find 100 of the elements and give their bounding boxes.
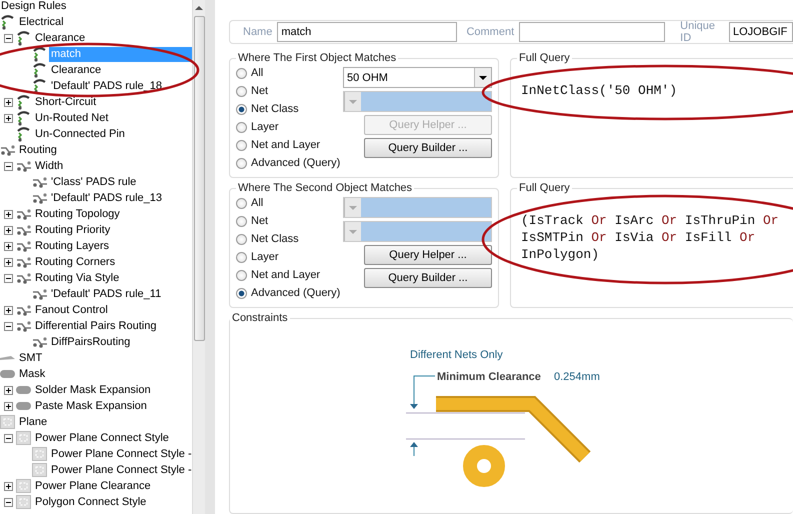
tree-item[interactable]: Routing Priority (33, 222, 112, 238)
tree-item[interactable]: 'Class' PADS rule (49, 174, 138, 190)
smt-icon (0, 356, 15, 360)
query-text: (IsTrack Or IsArc Or IsThruPin Or IsSMTPin Or IsVia Or IsFill Or InPolygon) (520, 212, 780, 263)
query-button[interactable]: Query Helper ... (364, 245, 492, 265)
radio-label[interactable]: Advanced (Query) (251, 157, 340, 169)
rule-icon (0, 14, 15, 30)
collapse-icon[interactable] (4, 274, 12, 282)
plane-icon (32, 462, 47, 478)
tree-item[interactable]: Solder Mask Expansion (33, 382, 153, 398)
tree-item[interactable]: 'Default' PADS rule_11 (49, 286, 164, 302)
query-button[interactable]: Query Builder ... (364, 138, 492, 158)
radio-button[interactable] (236, 104, 247, 114)
radio-label[interactable]: Net and Layer (251, 139, 320, 151)
group-title: Constraints (231, 312, 289, 324)
tree-item[interactable]: Differential Pairs Routing (33, 318, 158, 334)
tree-root-label[interactable]: Design Rules (0, 0, 192, 13)
plane-icon (16, 494, 31, 510)
tree-item[interactable]: Paste Mask Expansion (33, 398, 149, 414)
query-text: InNetClass('50 OHM') (520, 82, 678, 99)
expand-icon[interactable] (4, 386, 12, 394)
group-title: Where The Second Object Matches (237, 182, 414, 194)
expand-icon[interactable] (4, 482, 12, 490)
scrollbar[interactable] (192, 0, 205, 514)
radio-button[interactable] (236, 86, 247, 96)
query-button[interactable]: Query Builder ... (364, 268, 492, 288)
name-field[interactable]: match (277, 22, 458, 42)
radio-label[interactable]: All (251, 197, 264, 209)
collapse-icon[interactable] (4, 162, 12, 170)
pad-drawing (463, 445, 505, 487)
dropdown[interactable]: 50 OHM (343, 67, 492, 88)
radio-label[interactable]: Net Class (251, 233, 299, 245)
tree-item[interactable]: Power Plane Clearance (33, 478, 153, 494)
tree-item[interactable]: Power Plane Connect Style - (49, 446, 192, 462)
expand-icon[interactable] (4, 258, 12, 266)
radio-button[interactable] (236, 234, 247, 244)
plane-icon (16, 430, 31, 446)
comment-field[interactable] (519, 22, 666, 42)
expand-icon[interactable] (4, 98, 12, 106)
tree-item[interactable]: Clearance (49, 62, 104, 78)
tree-item[interactable]: Routing Corners (33, 254, 118, 270)
rule-icon (16, 94, 31, 110)
radio-label[interactable]: Net and Layer (251, 269, 320, 281)
radio-button[interactable] (236, 140, 247, 150)
tree-item[interactable]: Polygon Connect Style (33, 494, 148, 510)
radio-label[interactable]: Net (251, 85, 268, 97)
tree-item[interactable]: Power Plane Connect Style (33, 430, 171, 446)
expand-icon[interactable] (4, 242, 12, 250)
tree-item[interactable]: DiffPairsRouting (49, 334, 132, 350)
tree-item[interactable]: 'Default' PADS rule_18 (49, 78, 164, 94)
radio-label[interactable]: Advanced (Query) (251, 287, 340, 299)
field-label: Unique ID (679, 20, 716, 44)
tree-item[interactable]: Fanout Control (33, 302, 110, 318)
field-label: Name (242, 26, 274, 38)
tree-item[interactable]: Un-Routed Net (33, 110, 110, 126)
plane-icon (16, 478, 31, 494)
radio-button[interactable] (236, 158, 247, 168)
tree-item[interactable]: Routing Via Style (33, 270, 122, 286)
tree-item[interactable]: Electrical (17, 14, 66, 30)
collapse-icon[interactable] (4, 434, 12, 442)
collapse-icon[interactable] (4, 34, 12, 42)
scrollbar-thumb[interactable] (194, 16, 204, 341)
radio-label[interactable]: Net Class (251, 103, 299, 115)
tree-item[interactable]: Routing Layers (33, 238, 111, 254)
collapse-icon[interactable] (4, 322, 12, 330)
expand-icon[interactable] (4, 114, 12, 122)
radio-label[interactable]: All (251, 67, 264, 79)
expand-icon[interactable] (4, 226, 12, 234)
radio-button[interactable] (236, 288, 247, 298)
radio-button[interactable] (236, 68, 247, 78)
rule-icon (16, 30, 31, 46)
expand-icon[interactable] (4, 402, 12, 410)
unique-id-field[interactable]: LOJOBGIF (729, 22, 793, 42)
tree-item[interactable]: Short-Circuit (33, 94, 98, 110)
tree-item[interactable]: 'Default' PADS rule_13 (49, 190, 164, 206)
radio-label[interactable]: Layer (251, 121, 279, 133)
clearance-value: 0.254mm (554, 371, 600, 383)
radio-button[interactable] (236, 198, 247, 208)
tree-item[interactable]: Clearance (33, 30, 88, 46)
group-title: Full Query (518, 52, 571, 64)
radio-button[interactable] (236, 216, 247, 226)
tree-item[interactable]: SMT (17, 350, 44, 366)
radio-button[interactable] (236, 122, 247, 132)
tree-item[interactable]: Routing Topology (33, 206, 122, 222)
expand-icon[interactable] (4, 306, 12, 314)
radio-label[interactable]: Layer (251, 251, 279, 263)
radio-button[interactable] (236, 252, 247, 262)
plane-icon (32, 446, 47, 462)
rule-icon (32, 46, 47, 62)
tree-item[interactable]: Mask (17, 366, 48, 382)
radio-button[interactable] (236, 270, 247, 280)
collapse-icon[interactable] (4, 498, 12, 506)
tree-item[interactable]: Plane (17, 414, 50, 430)
rule-icon (32, 78, 47, 94)
expand-icon[interactable] (4, 210, 12, 218)
tree-item[interactable]: Power Plane Connect Style - (49, 462, 192, 478)
tree-item[interactable]: Un-Connected Pin (33, 126, 127, 142)
tree-item[interactable]: Width (33, 158, 66, 174)
radio-label[interactable]: Net (251, 215, 268, 227)
tree-item[interactable]: Routing (17, 142, 59, 158)
